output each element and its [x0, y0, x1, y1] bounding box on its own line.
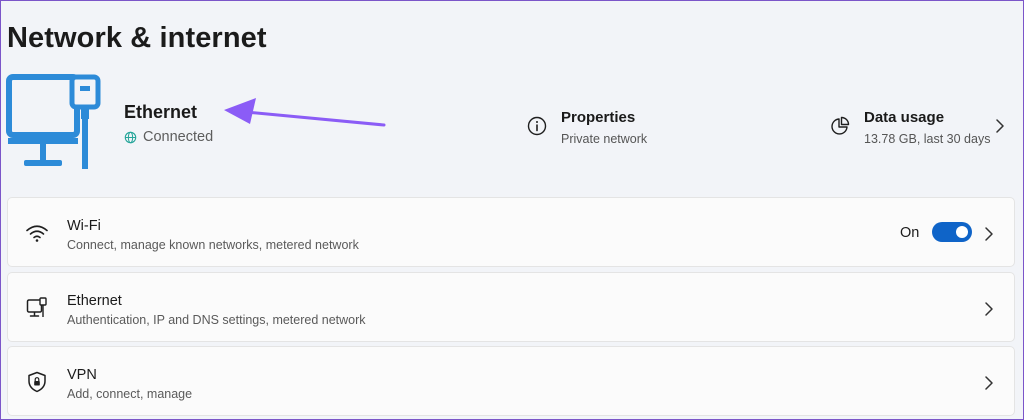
toggle-knob — [956, 226, 968, 238]
wifi-toggle-label: On — [900, 225, 920, 241]
properties-title: Properties — [561, 109, 636, 126]
data-usage-title: Data usage — [864, 109, 945, 126]
globe-icon — [124, 131, 137, 143]
data-usage-subtitle: 13.78 GB, last 30 days — [864, 132, 991, 146]
shield-icon — [28, 371, 46, 393]
ethernet-title: Ethernet — [67, 293, 122, 309]
status-text: Connected — [143, 129, 214, 145]
ethernet-subtitle: Authentication, IP and DNS settings, met… — [67, 313, 366, 327]
chevron-right-icon — [985, 376, 993, 390]
vpn-subtitle: Add, connect, manage — [67, 387, 193, 401]
chevron-right-icon — [985, 302, 993, 316]
monitor-ethernet-icon — [6, 74, 101, 169]
properties-subtitle: Private network — [561, 132, 648, 146]
chevron-right-icon — [985, 227, 993, 241]
ethernet-settings-card[interactable]: Ethernet Authentication, IP and DNS sett… — [7, 272, 1015, 342]
vpn-settings-card[interactable]: VPN Add, connect, manage — [7, 346, 1015, 416]
wifi-subtitle: Connect, manage known networks, metered … — [67, 238, 359, 252]
chevron-right-icon[interactable] — [995, 118, 1005, 134]
wifi-toggle[interactable] — [932, 222, 972, 242]
hero-connection-name: Ethernet — [124, 102, 198, 122]
wifi-title: Wi-Fi — [67, 218, 101, 234]
annotation-arrow — [224, 98, 386, 127]
wifi-settings-card[interactable]: Wi-Fi Connect, manage known networks, me… — [7, 197, 1015, 267]
ethernet-icon — [26, 297, 47, 317]
hero-connection-status: Connected — [124, 129, 213, 145]
vpn-title: VPN — [67, 367, 97, 383]
properties-link[interactable]: Properties Private network — [527, 108, 647, 146]
data-usage-link[interactable]: Data usage 13.78 GB, last 30 days — [830, 108, 990, 146]
pie-chart-icon — [831, 116, 850, 135]
page-title: Network & internet — [7, 22, 267, 54]
info-icon — [527, 116, 547, 136]
wifi-icon — [26, 225, 48, 242]
